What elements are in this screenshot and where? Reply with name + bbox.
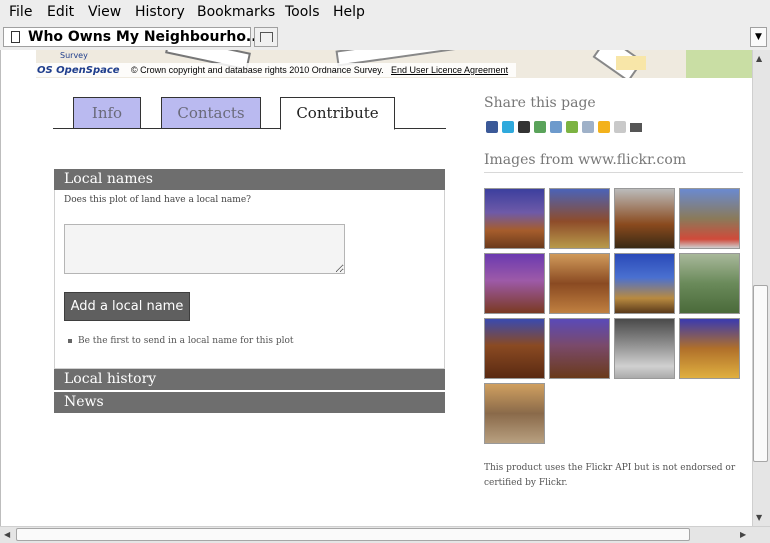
menu-file[interactable]: File <box>9 4 32 20</box>
flickr-thumbnail[interactable] <box>614 253 675 314</box>
menu-help[interactable]: Help <box>333 4 365 20</box>
flickr-heading: Images from www.flickr.com <box>484 152 687 168</box>
menu-tools[interactable]: Tools <box>285 4 320 20</box>
twitter-icon[interactable] <box>502 121 514 133</box>
browser-tab[interactable]: Who Owns My Neighbourho... <box>3 27 262 47</box>
print-icon[interactable] <box>630 123 642 132</box>
os-survey-text: Survey <box>60 51 88 60</box>
flickr-disclaimer: This product uses the Flickr API but is … <box>484 463 736 488</box>
menu-bar: File Edit View History Bookmarks Tools H… <box>0 0 770 25</box>
document-icon <box>11 31 20 43</box>
flickr-thumbnail[interactable] <box>549 188 610 249</box>
myspace-icon[interactable] <box>518 121 530 133</box>
flickr-thumbnail[interactable] <box>484 318 545 379</box>
stumbleupon-icon[interactable] <box>534 121 546 133</box>
flickr-thumbnail[interactable] <box>549 253 610 314</box>
scroll-left-arrow[interactable]: ◀ <box>4 530 10 539</box>
scroll-up-arrow[interactable]: ▲ <box>756 54 762 63</box>
tab-contacts[interactable]: Contacts <box>161 97 261 129</box>
share-heading: Share this page <box>484 95 596 111</box>
vertical-scroll-thumb[interactable] <box>753 285 768 462</box>
horizontal-scroll-thumb[interactable] <box>16 528 690 541</box>
flickr-thumbnail[interactable] <box>614 318 675 379</box>
facebook-icon[interactable] <box>486 121 498 133</box>
flickr-divider <box>484 172 743 173</box>
flickr-thumbnail[interactable] <box>679 318 740 379</box>
flickr-thumbnail[interactable] <box>679 253 740 314</box>
os-openspace-logo: OS OpenSpace <box>37 65 120 76</box>
flickr-thumbnail[interactable] <box>614 188 675 249</box>
flickr-thumbnail[interactable] <box>484 188 545 249</box>
first-local-name-note: Be the first to send in a local name for… <box>78 336 294 346</box>
menu-edit[interactable]: Edit <box>47 4 74 20</box>
licence-link[interactable]: End User Licence Agreement <box>391 65 508 75</box>
scroll-right-arrow[interactable]: ▶ <box>740 530 746 539</box>
tab-contribute[interactable]: Contribute <box>280 97 395 130</box>
menu-history[interactable]: History <box>135 4 185 20</box>
new-tab-button[interactable] <box>254 27 278 47</box>
content-border <box>0 50 1 526</box>
tab-list-button[interactable]: ▼ <box>750 27 767 47</box>
flickr-thumbnail[interactable] <box>484 383 545 444</box>
google-icon[interactable] <box>566 121 578 133</box>
page-content: Survey OS OpenSpace © Crown copyright an… <box>0 50 752 526</box>
news-header[interactable]: News <box>54 392 445 413</box>
local-name-input[interactable] <box>64 224 345 274</box>
map-copyright: © Crown copyright and database rights 20… <box>131 65 384 75</box>
menu-bookmarks[interactable]: Bookmarks <box>197 4 275 20</box>
flickr-thumbnail[interactable] <box>549 318 610 379</box>
menu-view[interactable]: View <box>88 4 121 20</box>
tab-info[interactable]: Info <box>73 97 141 129</box>
local-history-header[interactable]: Local history <box>54 369 445 390</box>
scroll-down-arrow[interactable]: ▼ <box>756 513 762 522</box>
list-bullet <box>68 339 72 343</box>
flickr-thumbnail[interactable] <box>679 188 740 249</box>
digg-icon[interactable] <box>582 121 594 133</box>
delicious-icon[interactable] <box>550 121 562 133</box>
browser-tab-title: Who Owns My Neighbourho... <box>28 29 262 45</box>
flickr-thumbnail[interactable] <box>484 253 545 314</box>
new-tab-icon <box>260 32 273 42</box>
add-local-name-button[interactable]: Add a local name <box>64 292 190 321</box>
browser-tab-bar: Who Owns My Neighbourho... ▼ <box>0 25 770 51</box>
local-names-header[interactable]: Local names <box>54 169 445 190</box>
favorites-icon[interactable] <box>598 121 610 133</box>
local-name-question: Does this plot of land have a local name… <box>64 195 251 205</box>
email-icon[interactable] <box>614 121 626 133</box>
